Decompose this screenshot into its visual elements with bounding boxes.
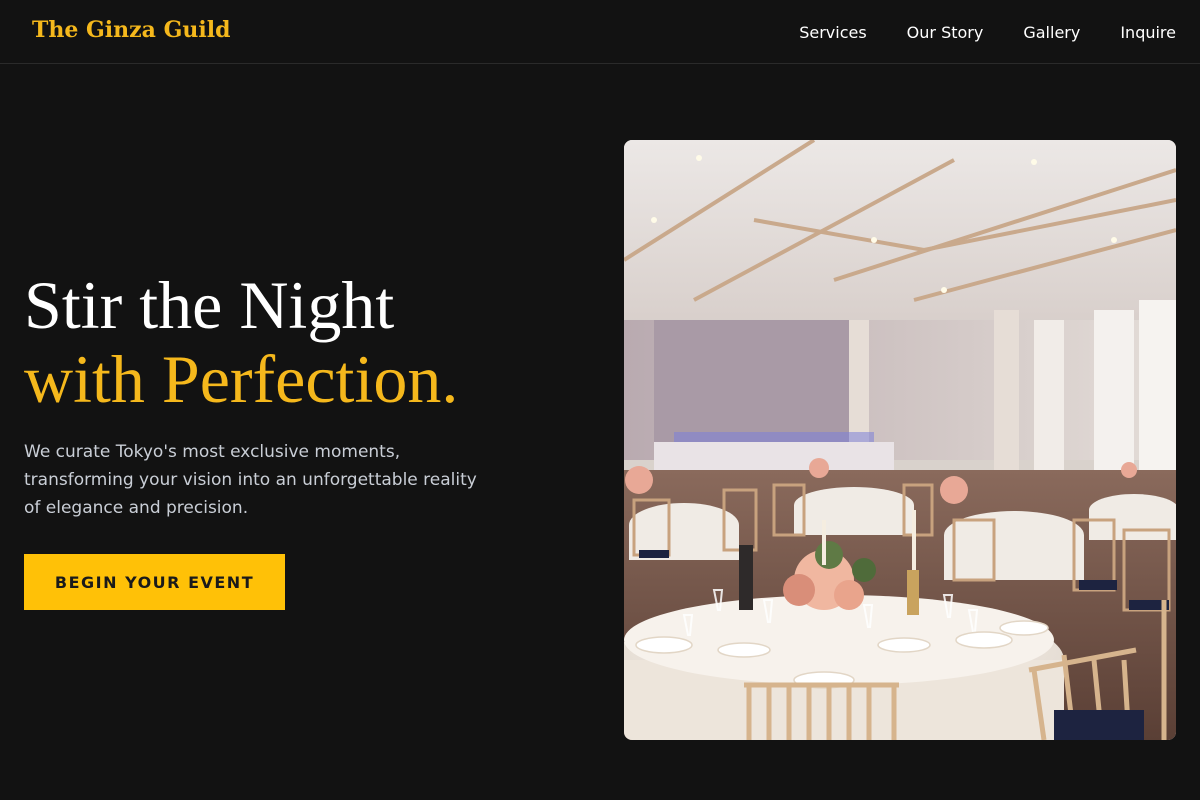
nav-link-services[interactable]: Services xyxy=(799,23,866,42)
hero-image-banquet-hall xyxy=(624,140,1176,740)
banquet-hall-illustration xyxy=(624,140,1176,740)
nav-link-inquire[interactable]: Inquire xyxy=(1120,23,1176,42)
begin-event-button[interactable]: BEGIN YOUR EVENT xyxy=(24,554,285,610)
brand-logo[interactable]: The Ginza Guild xyxy=(32,17,230,43)
site-header: The Ginza Guild Services Our Story Galle… xyxy=(0,0,1200,64)
hero-description: We curate Tokyo's most exclusive moments… xyxy=(24,442,477,518)
hero-title-line2: with Perfection. xyxy=(24,341,459,417)
main-nav: Services Our Story Gallery Inquire xyxy=(799,21,1176,43)
hero-title: Stir the Night with Perfection. xyxy=(24,268,584,416)
nav-link-gallery[interactable]: Gallery xyxy=(1023,23,1080,42)
nav-link-our-story[interactable]: Our Story xyxy=(907,23,984,42)
hero-title-line1: Stir the Night xyxy=(24,267,395,343)
